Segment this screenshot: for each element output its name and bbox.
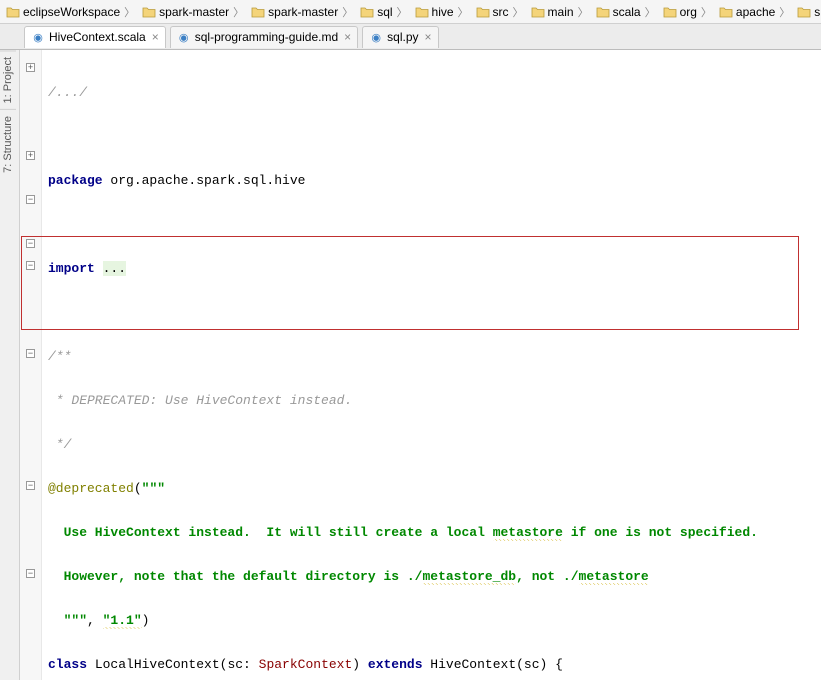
chevron-right-icon: 〉: [233, 4, 244, 20]
string: However, note that the default directory…: [48, 569, 422, 584]
chevron-right-icon: 〉: [342, 4, 353, 20]
editor-tabs: ◉ HiveContext.scala × ◉ sql-programming-guid…: [0, 24, 821, 50]
close-icon[interactable]: ×: [425, 30, 432, 44]
paren: ): [142, 613, 150, 628]
folder-icon: [6, 6, 20, 18]
chevron-right-icon: 〉: [645, 4, 656, 20]
chevron-right-icon: 〉: [458, 4, 469, 20]
breadcrumb-item[interactable]: spark-master 〉: [140, 4, 249, 20]
paren: ): [352, 657, 368, 672]
code-editor[interactable]: + + − − − − − − /.../ package org.apache…: [20, 50, 821, 680]
editor-tab[interactable]: ◉ HiveContext.scala ×: [24, 26, 166, 48]
fold-minus-icon[interactable]: −: [26, 261, 35, 270]
keyword-class: class: [48, 657, 87, 672]
string-warn: "1.1": [103, 613, 142, 629]
fold-minus-icon[interactable]: −: [26, 239, 35, 248]
fold-plus-icon[interactable]: +: [26, 63, 35, 72]
folded-imports[interactable]: ...: [103, 261, 126, 276]
fold-minus-icon[interactable]: −: [26, 349, 35, 358]
string: if one is not specified.: [563, 525, 758, 540]
breadcrumb-label: spark-master: [268, 5, 338, 19]
breadcrumb-item[interactable]: org 〉: [661, 4, 717, 20]
breadcrumb-label: spark-master: [159, 5, 229, 19]
folder-icon: [797, 6, 811, 18]
paren: (: [134, 481, 142, 496]
comment: */: [48, 437, 71, 452]
breadcrumb: eclipseWorkspace〉spark-master〉spark-mast…: [0, 0, 821, 24]
breadcrumb-label: main: [548, 5, 574, 19]
chevron-right-icon: 〉: [701, 4, 712, 20]
type: SparkContext: [259, 657, 353, 672]
fold-minus-icon[interactable]: −: [26, 481, 35, 490]
class-extends: HiveContext(sc) {: [423, 657, 563, 672]
breadcrumb-item[interactable]: main 〉: [529, 4, 594, 20]
tool-structure[interactable]: 7: Structure: [0, 109, 16, 179]
comment: /**: [48, 349, 71, 364]
keyword-package: package: [48, 173, 103, 188]
folder-icon: [142, 6, 156, 18]
string-warn: metastore: [493, 525, 563, 541]
string: , not ./: [516, 569, 578, 584]
folder-icon: [251, 6, 265, 18]
string: """: [48, 613, 87, 628]
comment: * DEPRECATED: Use HiveContext instead.: [48, 393, 352, 408]
tab-label: sql.py: [387, 30, 418, 44]
breadcrumb-item[interactable]: hive 〉: [413, 4, 474, 20]
tab-label: sql-programming-guide.md: [195, 30, 338, 44]
chevron-right-icon: 〉: [513, 4, 524, 20]
breadcrumb-label: scala: [613, 5, 641, 19]
breadcrumb-item[interactable]: scala 〉: [594, 4, 661, 20]
breadcrumb-item[interactable]: spark-master 〉: [249, 4, 358, 20]
chevron-right-icon: 〉: [124, 4, 135, 20]
package-path: org.apache.spark.sql.hive: [103, 173, 306, 188]
gutter: + + − − − − − −: [20, 50, 42, 680]
class-decl: LocalHiveContext(sc:: [87, 657, 259, 672]
editor-tab[interactable]: ◉ sql.py ×: [362, 26, 438, 48]
comma: ,: [87, 613, 103, 628]
file-icon: ◉: [177, 30, 191, 44]
file-icon: ◉: [31, 30, 45, 44]
folded-header: /.../: [48, 85, 87, 100]
file-icon: ◉: [369, 30, 383, 44]
breadcrumb-item[interactable]: sql 〉: [358, 4, 412, 20]
folder-icon: [360, 6, 374, 18]
breadcrumb-item[interactable]: apache 〉: [717, 4, 795, 20]
keyword-import: import: [48, 261, 103, 276]
fold-minus-icon[interactable]: −: [26, 569, 35, 578]
string: Use HiveContext instead. It will still c…: [48, 525, 493, 540]
chevron-right-icon: 〉: [779, 4, 790, 20]
breadcrumb-label: org: [680, 5, 697, 19]
tool-project[interactable]: 1: Project: [0, 50, 16, 109]
fold-minus-icon[interactable]: −: [26, 195, 35, 204]
keyword-extends: extends: [368, 657, 423, 672]
string-warn: metastore: [579, 569, 649, 585]
code-area[interactable]: /.../ package org.apache.spark.sql.hive …: [42, 50, 821, 680]
breadcrumb-label: apache: [736, 5, 775, 19]
folder-icon: [415, 6, 429, 18]
chevron-right-icon: 〉: [578, 4, 589, 20]
folder-icon: [476, 6, 490, 18]
breadcrumb-item[interactable]: eclipseWorkspace 〉: [4, 4, 140, 20]
chevron-right-icon: 〉: [397, 4, 408, 20]
breadcrumb-label: sql: [377, 5, 392, 19]
breadcrumb-label: src: [493, 5, 509, 19]
left-tool-strip: 1: Project 7: Structure: [0, 50, 20, 680]
breadcrumb-label: eclipseWorkspace: [23, 5, 120, 19]
close-icon[interactable]: ×: [152, 30, 159, 44]
breadcrumb-label: spark: [814, 5, 821, 19]
folder-icon: [531, 6, 545, 18]
folder-icon: [596, 6, 610, 18]
editor-tab[interactable]: ◉ sql-programming-guide.md ×: [170, 26, 358, 48]
breadcrumb-item[interactable]: src 〉: [474, 4, 529, 20]
string-warn: metastore_db: [422, 569, 516, 585]
breadcrumb-item[interactable]: spark: [795, 5, 821, 19]
folder-icon: [719, 6, 733, 18]
breadcrumb-label: hive: [432, 5, 454, 19]
close-icon[interactable]: ×: [344, 30, 351, 44]
annotation: @deprecated: [48, 481, 134, 496]
fold-plus-icon[interactable]: +: [26, 151, 35, 160]
folder-icon: [663, 6, 677, 18]
tab-label: HiveContext.scala: [49, 30, 146, 44]
string: """: [142, 481, 165, 496]
